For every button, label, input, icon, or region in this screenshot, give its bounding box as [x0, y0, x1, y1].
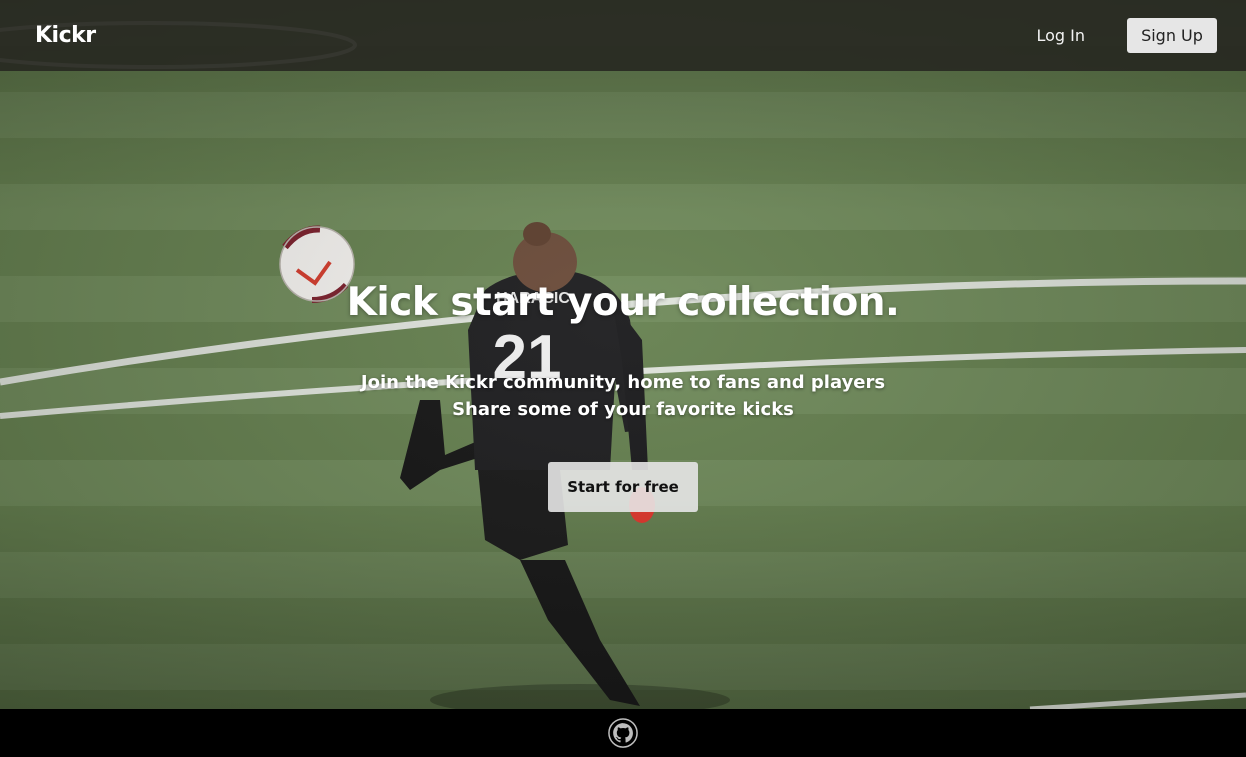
signup-button[interactable]: Sign Up	[1127, 18, 1217, 53]
landing-page: 21 HARACIC Kickr Log In Sign Up Kick sta…	[0, 0, 1246, 757]
start-for-free-button[interactable]: Start for free	[548, 462, 698, 512]
nav-actions: Log In Sign Up	[1036, 18, 1217, 53]
brand-logo[interactable]: Kickr	[35, 23, 96, 48]
login-link[interactable]: Log In	[1036, 26, 1085, 45]
hero-headline: Kick start your collection.	[346, 280, 900, 325]
top-navbar: Kickr Log In Sign Up	[0, 0, 1246, 71]
hero-subline-community: Join the Kickr community, home to fans a…	[360, 372, 886, 393]
hero-subline-share: Share some of your favorite kicks	[452, 399, 794, 420]
github-icon[interactable]	[608, 718, 638, 748]
hero-content: Kick start your collection. Join the Kic…	[0, 0, 1246, 709]
footer	[0, 709, 1246, 757]
